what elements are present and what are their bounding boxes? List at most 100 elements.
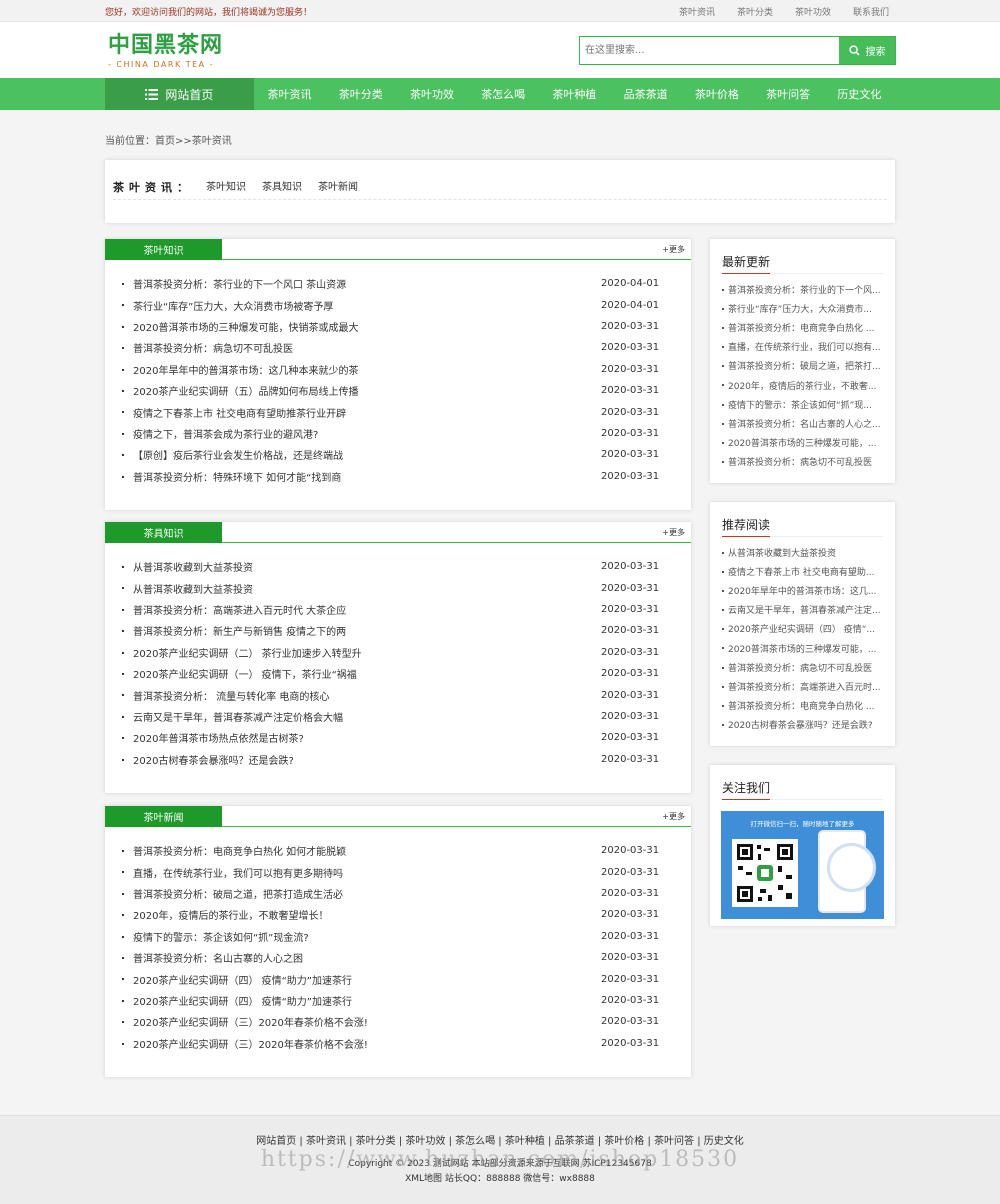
article-title[interactable]: 2020茶产业纪实调研（五）品牌如何布局线上传播 xyxy=(133,383,601,398)
list-item[interactable]: 普洱茶投资分析：电商竞争白热化 如何才能脱颖 2020-03-31 xyxy=(105,840,691,861)
list-item[interactable]: 茶行业“库存”压力大，大众消费市场被寄予厚 2020-04-01 xyxy=(105,294,691,315)
article-title[interactable]: 2020普洱茶市场的三种爆发可能，快销茶或成最大 xyxy=(133,319,601,334)
article-title[interactable]: 从普洱茶收藏到大益茶投资 xyxy=(133,581,601,596)
sidebar-item[interactable]: 云南又是干旱年，普洱春茶减产注定... xyxy=(722,600,882,619)
sidebar-item[interactable]: 2020茶产业纪实调研（四） 疫情“... xyxy=(722,619,882,638)
sidebar-item[interactable]: 2020年，疫情后的茶行业，不敢奢... xyxy=(722,375,882,394)
nav-item-effect[interactable]: 茶叶功效 xyxy=(396,78,467,110)
article-title[interactable]: 2020茶产业纪实调研（二） 茶行业加速步入转型升 xyxy=(133,645,601,660)
sidebar-item[interactable]: 普洱茶投资分析：高端茶进入百元时... xyxy=(722,677,882,696)
sidebar-item[interactable]: 普洱茶投资分析：病急切不可乱投医 xyxy=(722,658,882,677)
sidebar-item[interactable]: 普洱茶投资分析：名山古寨的人心之... xyxy=(722,414,882,433)
nav-item-planting[interactable]: 茶叶种植 xyxy=(539,78,610,110)
category-link-tea-news[interactable]: 茶叶新闻 xyxy=(318,178,358,193)
list-item[interactable]: 2020茶产业纪实调研（四） 疫情“助力”加速茶行 2020-03-31 xyxy=(105,968,691,989)
article-title[interactable]: 普洱茶投资分析：特殊环境下 如何才能“找到商 xyxy=(133,469,601,484)
list-item[interactable]: 从普洱茶收藏到大益茶投资 2020-03-31 xyxy=(105,577,691,598)
list-item[interactable]: 疫情之下春茶上市 社交电商有望助推茶行业开辟 2020-03-31 xyxy=(105,401,691,422)
more-link[interactable]: +更多 xyxy=(662,527,685,538)
sidebar-item[interactable]: 疫情下的警示：茶企该如何“抓”现... xyxy=(722,395,882,414)
sidebar-item[interactable]: 茶行业“库存”压力大，大众消费市... xyxy=(722,299,882,318)
panel-tab[interactable]: 茶具知识 xyxy=(105,522,222,543)
article-title[interactable]: 茶行业“库存”压力大，大众消费市场被寄予厚 xyxy=(133,298,601,313)
list-item[interactable]: 普洱茶投资分析：高端茶进入百元时代 大茶企应 2020-03-31 xyxy=(105,599,691,620)
article-title[interactable]: 疫情下的警示：茶企该如何“抓”现金流? xyxy=(133,929,601,944)
list-item[interactable]: 【原创】疫后茶行业会发生价格战，还是终端战 2020-03-31 xyxy=(105,444,691,465)
sidebar-item[interactable]: 疫情之下春茶上市 社交电商有望助... xyxy=(722,562,882,581)
article-title[interactable]: 2020年，疫情后的茶行业，不敢奢望增长！ xyxy=(133,907,601,922)
article-title[interactable]: 疫情之下，普洱茶会成为茶行业的避风港? xyxy=(133,426,601,441)
top-link-contact[interactable]: 联系我们 xyxy=(853,5,889,18)
more-link[interactable]: +更多 xyxy=(662,811,685,822)
top-link-news[interactable]: 茶叶资讯 xyxy=(679,5,715,18)
search-input[interactable] xyxy=(580,37,839,64)
list-item[interactable]: 直播，在传统茶行业，我们可以抱有更多期待吗 2020-03-31 xyxy=(105,861,691,882)
list-item[interactable]: 普洱茶投资分析：新生产与新销售 疫情之下的两 2020-03-31 xyxy=(105,620,691,641)
article-title[interactable]: 2020茶产业纪实调研（四） 疫情“助力”加速茶行 xyxy=(133,993,601,1008)
list-item[interactable]: 2020年旱年中的普洱茶市场：这几种本来就少的茶 2020-03-31 xyxy=(105,359,691,380)
list-item[interactable]: 2020年普洱茶市场热点依然是古树茶? 2020-03-31 xyxy=(105,727,691,748)
article-title[interactable]: 普洱茶投资分析：病急切不可乱投医 xyxy=(133,340,601,355)
list-item[interactable]: 疫情之下，普洱茶会成为茶行业的避风港? 2020-03-31 xyxy=(105,423,691,444)
list-item[interactable]: 普洱茶投资分析：特殊环境下 如何才能“找到商 2020-03-31 xyxy=(105,466,691,487)
sidebar-item[interactable]: 普洱茶投资分析：电商竞争白热化 ... xyxy=(722,696,882,715)
list-item[interactable]: 2020茶产业纪实调研（四） 疫情“助力”加速茶行 2020-03-31 xyxy=(105,990,691,1011)
nav-item-qa[interactable]: 茶叶问答 xyxy=(753,78,824,110)
sidebar-item[interactable]: 2020古树春茶会暴涨吗？还是会跌? xyxy=(722,715,882,734)
nav-item-tea-ceremony[interactable]: 品茶茶道 xyxy=(610,78,681,110)
sidebar-item[interactable]: 普洱茶投资分析：茶行业的下一个风... xyxy=(722,280,882,299)
list-item[interactable]: 疫情下的警示：茶企该如何“抓”现金流? 2020-03-31 xyxy=(105,926,691,947)
list-item[interactable]: 2020茶产业纪实调研（五）品牌如何布局线上传播 2020-03-31 xyxy=(105,380,691,401)
list-item[interactable]: 2020茶产业纪实调研（二） 茶行业加速步入转型升 2020-03-31 xyxy=(105,642,691,663)
article-title[interactable]: 【原创】疫后茶行业会发生价格战，还是终端战 xyxy=(133,447,601,462)
search-button[interactable]: 搜索 xyxy=(839,37,895,64)
list-item[interactable]: 2020茶产业纪实调研（三）2020年春茶价格不会涨! 2020-03-31 xyxy=(105,1033,691,1054)
site-logo[interactable]: 中国黑茶网 - CHINA DARK TEA - xyxy=(108,34,223,70)
article-title[interactable]: 普洱茶投资分析：茶行业的下一个风口 茶山资源 xyxy=(133,276,601,291)
sidebar-item[interactable]: 普洱茶投资分析：破局之道，把茶打... xyxy=(722,356,882,375)
sidebar-item[interactable]: 普洱茶投资分析：病急切不可乱投医 xyxy=(722,452,882,471)
article-title[interactable]: 2020古树春茶会暴涨吗？还是会跌? xyxy=(133,752,601,767)
article-title[interactable]: 普洱茶投资分析：新生产与新销售 疫情之下的两 xyxy=(133,623,601,638)
list-item[interactable]: 2020普洱茶市场的三种爆发可能，快销茶或成最大 2020-03-31 xyxy=(105,316,691,337)
article-title[interactable]: 普洱茶投资分析：名山古寨的人心之困 xyxy=(133,950,601,965)
list-item[interactable]: 普洱茶投资分析：病急切不可乱投医 2020-03-31 xyxy=(105,337,691,358)
sidebar-item[interactable]: 2020年旱年中的普洱茶市场：这几... xyxy=(722,581,882,600)
nav-home[interactable]: 网站首页 xyxy=(105,78,254,110)
list-item[interactable]: 2020年，疫情后的茶行业，不敢奢望增长！ 2020-03-31 xyxy=(105,904,691,925)
list-item[interactable]: 2020茶产业纪实调研（一） 疫情下，茶行业“祸福 2020-03-31 xyxy=(105,663,691,684)
sidebar-item[interactable]: 2020普洱茶市场的三种爆发可能，... xyxy=(722,433,882,452)
list-item[interactable]: 普洱茶投资分析：茶行业的下一个风口 茶山资源 2020-04-01 xyxy=(105,273,691,294)
sidebar-item[interactable]: 普洱茶投资分析：电商竞争白热化 ... xyxy=(722,318,882,337)
category-link-tea-knowledge[interactable]: 茶叶知识 xyxy=(206,178,246,193)
top-link-effect[interactable]: 茶叶功效 xyxy=(795,5,831,18)
article-title[interactable]: 云南又是干旱年，普洱春茶减产注定价格会大幅 xyxy=(133,709,601,724)
more-link[interactable]: +更多 xyxy=(662,244,685,255)
article-title[interactable]: 普洱茶投资分析：电商竞争白热化 如何才能脱颖 xyxy=(133,843,601,858)
article-title[interactable]: 2020茶产业纪实调研（四） 疫情“助力”加速茶行 xyxy=(133,972,601,987)
nav-item-category[interactable]: 茶叶分类 xyxy=(325,78,396,110)
article-title[interactable]: 2020茶产业纪实调研（一） 疫情下，茶行业“祸福 xyxy=(133,666,601,681)
list-item[interactable]: 云南又是干旱年，普洱春茶减产注定价格会大幅 2020-03-31 xyxy=(105,706,691,727)
list-item[interactable]: 普洱茶投资分析：名山古寨的人心之困 2020-03-31 xyxy=(105,947,691,968)
article-title[interactable]: 2020年旱年中的普洱茶市场：这几种本来就少的茶 xyxy=(133,362,601,377)
panel-tab[interactable]: 茶叶新闻 xyxy=(105,806,222,827)
list-item[interactable]: 普洱茶投资分析： 流量与转化率 电商的核心 2020-03-31 xyxy=(105,684,691,705)
sidebar-item[interactable]: 直播，在传统茶行业，我们可以抱有... xyxy=(722,337,882,356)
article-title[interactable]: 2020茶产业纪实调研（三）2020年春茶价格不会涨! xyxy=(133,1014,601,1029)
list-item[interactable]: 2020古树春茶会暴涨吗？还是会跌? 2020-03-31 xyxy=(105,749,691,770)
sidebar-item[interactable]: 2020普洱茶市场的三种爆发可能，... xyxy=(722,638,882,657)
article-title[interactable]: 直播，在传统茶行业，我们可以抱有更多期待吗 xyxy=(133,865,601,880)
list-item[interactable]: 普洱茶投资分析：破局之道，把茶打造成生活必 2020-03-31 xyxy=(105,883,691,904)
footer-links[interactable]: 网站首页 | 茶叶资讯 | 茶叶分类 | 茶叶功效 | 茶怎么喝 | 茶叶种植 … xyxy=(0,1132,1000,1147)
article-title[interactable]: 普洱茶投资分析： 流量与转化率 电商的核心 xyxy=(133,688,601,703)
panel-tab[interactable]: 茶叶知识 xyxy=(105,239,222,260)
nav-item-price[interactable]: 茶叶价格 xyxy=(681,78,752,110)
list-item[interactable]: 2020茶产业纪实调研（三）2020年春茶价格不会涨! 2020-03-31 xyxy=(105,1011,691,1032)
article-title[interactable]: 疫情之下春茶上市 社交电商有望助推茶行业开辟 xyxy=(133,405,601,420)
sidebar-item[interactable]: 从普洱茶收藏到大益茶投资 xyxy=(722,543,882,562)
article-title[interactable]: 2020茶产业纪实调研（三）2020年春茶价格不会涨! xyxy=(133,1036,601,1051)
article-title[interactable]: 2020年普洱茶市场热点依然是古树茶? xyxy=(133,730,601,745)
list-item[interactable]: 从普洱茶收藏到大益茶投资 2020-03-31 xyxy=(105,556,691,577)
article-title[interactable]: 普洱茶投资分析：高端茶进入百元时代 大茶企应 xyxy=(133,602,601,617)
